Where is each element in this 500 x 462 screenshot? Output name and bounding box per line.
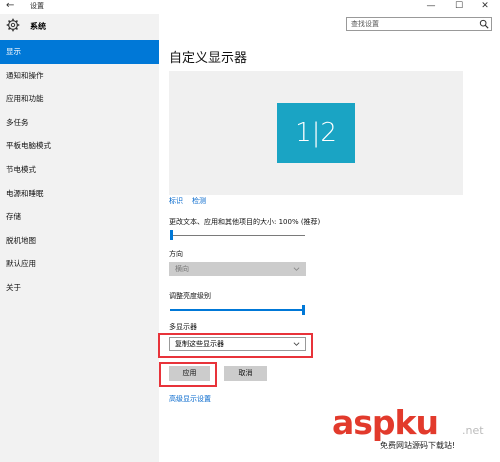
sidebar-item-storage[interactable]: 存储 [0,205,159,229]
watermark-logo: aspku [332,403,439,442]
page-title: 自定义显示器 [169,51,248,66]
sidebar-item-multitasking[interactable]: 多任务 [0,111,159,135]
identify-link[interactable]: 标识 [169,197,183,205]
orientation-dropdown: 横向 [169,262,306,276]
brightness-slider-thumb[interactable] [302,305,305,315]
sidebar-item-offline-maps[interactable]: 脱机地图 [0,229,159,253]
brightness-slider-track[interactable] [170,309,304,311]
multi-display-label: 多显示器 [169,323,197,331]
scale-slider-thumb[interactable] [170,230,173,240]
orientation-label: 方向 [169,250,183,258]
chevron-down-icon [293,342,300,346]
back-button[interactable]: ← [6,0,14,12]
multi-display-value: 复制这些显示器 [175,340,224,348]
sidebar-item-notifications[interactable]: 通知和操作 [0,64,159,88]
title-bar: ← 设置 — ☐ ✕ [0,0,500,14]
sidebar-nav: 显示 通知和操作 应用和功能 多任务 平板电脑模式 节电模式 电源和睡眠 存储 … [0,40,159,300]
detect-link[interactable]: 检测 [192,197,206,205]
advanced-display-settings-link[interactable]: 高级显示设置 [169,395,211,404]
multi-display-dropdown[interactable]: 复制这些显示器 [169,337,306,351]
sidebar-brand-label: 系统 [30,22,46,31]
gear-icon [6,18,20,32]
maximize-button[interactable]: ☐ [452,0,466,12]
brightness-label: 调整亮度级别 [169,292,211,300]
scale-label: 更改文本、应用和其他项目的大小: 100% (推荐) [169,218,321,226]
sidebar-item-about[interactable]: 关于 [0,276,159,300]
monitor-tile[interactable]: 1|2 [277,103,355,163]
settings-window: ← 设置 — ☐ ✕ 系统 显示 通知和操作 应用和功能 多任务 平板电脑模式 … [0,0,500,462]
search-icon[interactable] [479,19,489,29]
sidebar-item-power-sleep[interactable]: 电源和睡眠 [0,182,159,206]
chevron-down-icon [293,267,300,271]
apply-button[interactable]: 应用 [169,366,210,381]
close-button[interactable]: ✕ [478,0,492,12]
minimize-button[interactable]: — [424,0,438,12]
watermark-subtitle: 免费网站源码下载站! [380,441,456,450]
scale-slider-track[interactable] [170,235,305,236]
watermark-domain: .net [462,424,484,437]
display-preview: 1|2 [169,71,463,195]
sidebar-item-tablet-mode[interactable]: 平板电脑模式 [0,134,159,158]
search-input[interactable] [347,18,475,30]
preview-links: 标识 检测 [169,197,215,206]
sidebar-item-battery-saver[interactable]: 节电模式 [0,158,159,182]
cancel-button[interactable]: 取消 [224,366,267,381]
search-box [346,17,492,31]
sidebar-item-default-apps[interactable]: 默认应用 [0,252,159,276]
window-title: 设置 [30,2,44,10]
sidebar-item-display[interactable]: 显示 [0,40,159,64]
orientation-value: 横向 [175,265,189,273]
sidebar: 系统 显示 通知和操作 应用和功能 多任务 平板电脑模式 节电模式 电源和睡眠 … [0,14,159,462]
sidebar-item-apps-features[interactable]: 应用和功能 [0,87,159,111]
